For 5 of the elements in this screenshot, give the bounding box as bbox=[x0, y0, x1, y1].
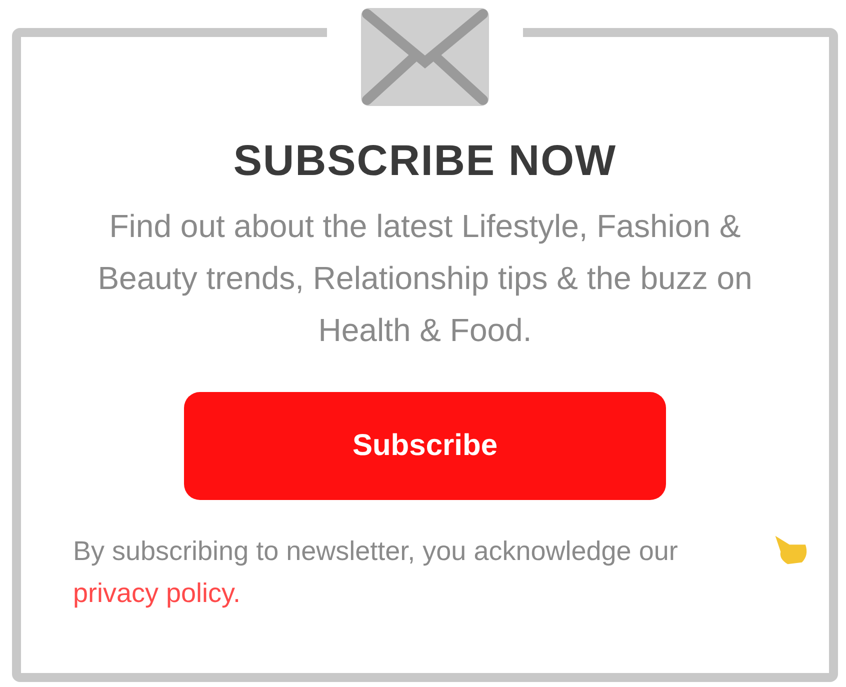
subscribe-title: SUBSCRIBE NOW bbox=[233, 137, 617, 186]
subscribe-button[interactable]: Subscribe bbox=[184, 392, 666, 500]
disclaimer-text: By subscribing to newsletter, you acknowledge our privacy policy. bbox=[73, 535, 679, 610]
privacy-policy-link[interactable]: privacy policy. bbox=[73, 578, 241, 608]
description-text: Find out about the latest Lifestyle, Fashion & Beauty trends, Relationship tips & the buzz on Health & Food. bbox=[96, 207, 754, 350]
